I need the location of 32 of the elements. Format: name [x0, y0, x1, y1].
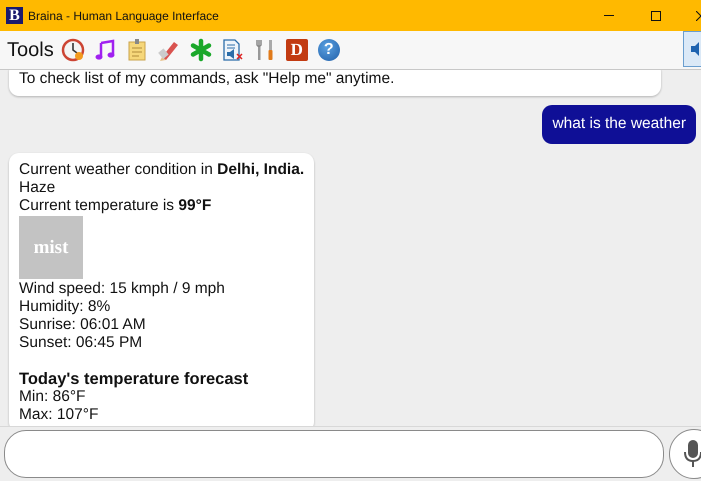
message-text: Current weather condition in Delhi, India. — [19, 161, 304, 179]
message-input-field[interactable] — [4, 430, 664, 478]
speaker-icon — [691, 42, 699, 56]
muted-document-icon — [220, 38, 245, 62]
microphone-icon — [684, 440, 701, 468]
clock-button[interactable] — [60, 38, 85, 62]
asterisk-button[interactable] — [188, 38, 213, 62]
maximize-icon — [650, 10, 660, 20]
window-title: Braina - Human Language Interface — [28, 8, 220, 22]
dictionary-button[interactable]: D — [286, 39, 308, 61]
mute-doc-button[interactable] — [220, 38, 245, 62]
message-text: Min: 86°F — [19, 388, 86, 406]
message-text: Sunset: 06:45 PM — [19, 334, 144, 352]
app-logo: B — [6, 7, 23, 24]
forecast-heading: Today's temperature forecast — [19, 370, 250, 388]
asterisk-icon — [188, 38, 213, 62]
clock-icon — [60, 38, 85, 62]
message-text: Humidity: 8% — [19, 298, 112, 316]
music-button[interactable] — [92, 38, 117, 62]
message-text: Haze — [19, 179, 56, 197]
weather-image: mist — [19, 216, 83, 279]
message-text: Wind speed: 15 kmph / 9 mph — [19, 280, 226, 298]
message-text: Current temperature is 99°F — [19, 197, 212, 215]
message-text: To check list of my commands, ask "Help me" anytime. — [19, 70, 396, 88]
message-text: Sunrise: 06:01 AM — [19, 316, 147, 334]
help-button[interactable]: ? — [318, 39, 340, 61]
music-note-icon — [92, 38, 117, 62]
message-text: Max: 107°F — [19, 406, 100, 424]
minimize-icon — [604, 15, 614, 16]
close-icon — [696, 10, 701, 20]
tools-label: Tools — [7, 38, 54, 62]
user-message-text: what is the weather — [552, 115, 686, 133]
